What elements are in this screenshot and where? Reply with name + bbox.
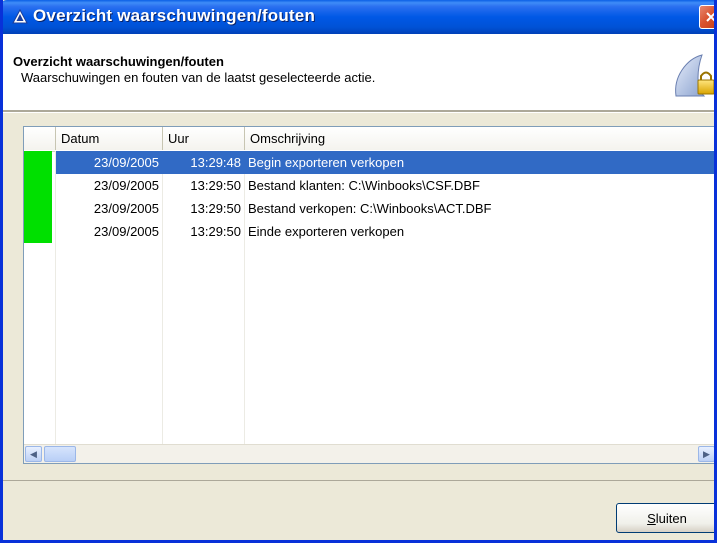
status-indicator xyxy=(24,220,52,243)
warning-triangle-icon xyxy=(12,9,28,24)
header-panel: Overzicht waarschuwingen/fouten Waarschu… xyxy=(3,34,714,111)
locked-document-icon xyxy=(675,54,714,97)
status-indicator xyxy=(24,151,52,174)
cell-uur: 13:29:50 xyxy=(190,224,241,239)
cell-uur: 13:29:50 xyxy=(190,178,241,193)
arrow-right-icon: ▶ xyxy=(703,448,710,459)
cell-datum: 23/09/2005 xyxy=(93,201,159,216)
table-row[interactable]: 23/09/2005 13:29:50 Bestand verkopen: C:… xyxy=(24,197,714,220)
table-row[interactable]: 23/09/2005 13:29:48 Begin exporteren ver… xyxy=(24,151,714,174)
footer-bar: Sluiten xyxy=(3,480,714,540)
cell-uur: 13:29:50 xyxy=(190,201,241,216)
title-bar[interactable]: Overzicht waarschuwingen/fouten xyxy=(3,0,714,34)
button-label: luiten xyxy=(655,510,687,526)
header-subtitle: Waarschuwingen en fouten van de laatst g… xyxy=(21,70,376,85)
messages-list[interactable]: Datum Uur Omschrijving 23/09/2005 13:29:… xyxy=(23,126,714,464)
cell-uur: 13:29:48 xyxy=(163,151,245,174)
scrollbar-thumb[interactable] xyxy=(44,446,76,462)
content-area: Datum Uur Omschrijving 23/09/2005 13:29:… xyxy=(3,113,714,480)
status-indicator xyxy=(24,174,52,197)
cell-datum: 23/09/2005 xyxy=(93,178,159,193)
column-header-status[interactable] xyxy=(24,127,56,150)
scroll-left-button[interactable]: ◀ xyxy=(25,446,42,462)
status-indicator xyxy=(24,197,52,220)
cell-datum: 23/09/2005 xyxy=(93,224,159,239)
list-header: Datum Uur Omschrijving xyxy=(24,127,714,152)
cell-omschrijving: Bestand verkopen: C:\Winbooks\ACT.DBF xyxy=(248,201,492,216)
cell-datum: 23/09/2005 xyxy=(56,151,163,174)
sluiten-button[interactable]: Sluiten xyxy=(616,503,714,533)
cell-omschrijving: Einde exporteren verkopen xyxy=(248,224,405,239)
cell-omschrijving: Begin exporteren verkopen xyxy=(245,151,714,174)
arrow-left-icon: ◀ xyxy=(30,448,37,459)
scroll-right-button[interactable]: ▶ xyxy=(698,446,714,462)
window-title: Overzicht waarschuwingen/fouten xyxy=(33,6,316,25)
cell-omschrijving: Bestand klanten: C:\Winbooks\CSF.DBF xyxy=(248,178,480,193)
column-header-datum[interactable]: Datum xyxy=(56,127,163,150)
table-row[interactable]: 23/09/2005 13:29:50 Einde exporteren ver… xyxy=(24,220,714,243)
horizontal-scrollbar[interactable]: ◀ ▶ xyxy=(24,444,714,463)
column-header-omschrijving[interactable]: Omschrijving xyxy=(245,127,714,150)
column-header-uur[interactable]: Uur xyxy=(163,127,245,150)
close-icon xyxy=(706,12,714,22)
table-row[interactable]: 23/09/2005 13:29:50 Bestand klanten: C:\… xyxy=(24,174,714,197)
dialog-window: Overzicht waarschuwingen/fouten Overzich… xyxy=(0,0,717,543)
header-title: Overzicht waarschuwingen/fouten xyxy=(13,54,224,69)
button-access-key: S xyxy=(647,510,656,526)
close-window-button[interactable] xyxy=(699,5,714,29)
